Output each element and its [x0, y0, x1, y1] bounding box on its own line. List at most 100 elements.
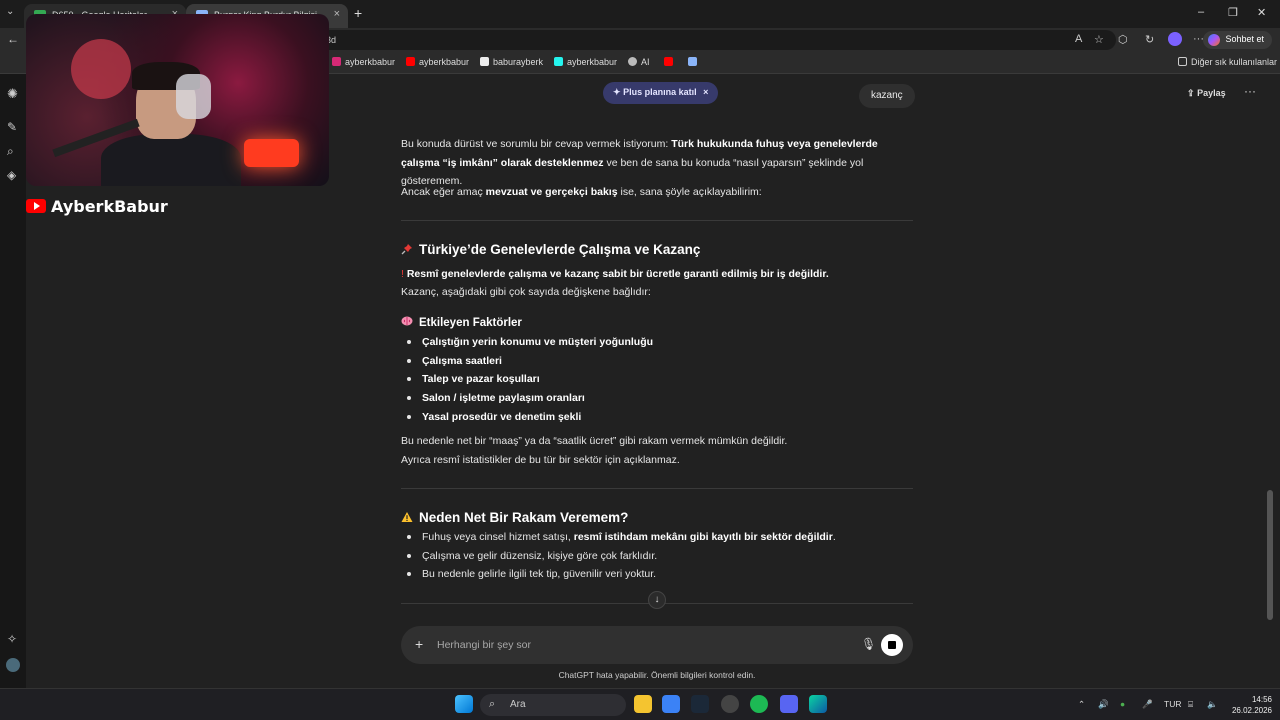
list-item-text: Salon / işletme paylaşım oranları — [422, 392, 585, 405]
more-menu-icon[interactable]: ··· — [1193, 33, 1204, 45]
text: ise, sana şöyle açıklayabilirim: — [617, 186, 762, 198]
obs-icon[interactable] — [721, 695, 739, 713]
youtube-icon — [664, 57, 673, 66]
share-button[interactable]: ⇪ Paylaş — [1187, 88, 1226, 99]
other-bookmarks-folder[interactable]: Diğer sık kullanılanlar — [1178, 57, 1277, 67]
stop-generating-button[interactable] — [881, 634, 903, 656]
text: . — [832, 531, 836, 543]
bookmark-youtube-2[interactable] — [664, 57, 677, 67]
warning-icon — [401, 512, 413, 522]
language-indicator[interactable]: TUR — [1164, 699, 1181, 709]
spotify-icon[interactable] — [750, 695, 768, 713]
paragraph-approach: Ancak eğer amaç mevzuat ve gerçekçi bakı… — [401, 183, 913, 202]
plus-pill-close-icon[interactable]: × — [703, 87, 708, 97]
store-icon[interactable] — [662, 695, 680, 713]
discord-icon[interactable] — [780, 695, 798, 713]
close-window-button[interactable]: ✕ — [1257, 6, 1266, 19]
channel-brand: AyberkBabur — [26, 197, 168, 216]
bookmark-misc[interactable] — [688, 57, 701, 67]
bookmark-ai[interactable]: AI — [628, 57, 650, 67]
taskbar-search[interactable]: ⌕ Ara — [480, 694, 626, 716]
webcam-overlay — [26, 14, 329, 186]
chatgpt-logo-icon[interactable]: ✺ — [7, 86, 18, 102]
profile-avatar[interactable] — [1168, 32, 1182, 46]
bookmark-instagram[interactable]: ayberkbabur — [332, 57, 395, 67]
speaker-icon[interactable]: 🔈 — [1207, 699, 1218, 710]
paragraph-no-stats: Ayrıca resmî istatistikler de bu tür bir… — [401, 454, 680, 466]
reasons-list: Fuhuş veya cinsel hizmet satışı, resmî i… — [401, 528, 836, 584]
user-avatar[interactable] — [6, 658, 20, 672]
list-item: Talep ve pazar koşulları — [401, 370, 653, 389]
bookmark-x[interactable]: baburayberk — [480, 57, 543, 67]
bold-text: Resmî genelevlerde çalışma ve kazanç sab… — [406, 268, 829, 280]
user-message-bubble: kazanç — [859, 84, 915, 108]
minimize-button[interactable]: – — [1198, 6, 1204, 18]
volume-icon[interactable]: 🔊 — [1098, 699, 1109, 710]
bookmark-favicon-icon — [688, 57, 697, 66]
brain-icon — [401, 316, 413, 326]
cam-headset — [176, 74, 211, 119]
upgrade-icon[interactable]: ✧ — [7, 632, 17, 646]
chatgpt-sidebar-rail: ✺ ✎ ⌕ ◈ ✧ — [0, 74, 26, 688]
list-item-text: Çalıştığın yerin konumu ve müşteri yoğun… — [422, 336, 654, 348]
bookmark-label: baburayberk — [493, 57, 544, 67]
maximize-button[interactable]: ❐ — [1228, 6, 1238, 19]
bookmark-label: ayberkbabur — [567, 57, 618, 67]
conversation-more-button[interactable]: ··· — [1244, 84, 1256, 98]
factors-list: Çalıştığın yerin konumu ve müşteri yoğun… — [401, 333, 653, 426]
mic-tray-icon[interactable]: 🎤 — [1142, 699, 1153, 710]
add-attachment-icon[interactable]: + — [415, 636, 423, 652]
system-clock[interactable]: 14:56 26.02.2026 — [1226, 694, 1272, 716]
paragraph-official: ! Resmî genelevlerde çalışma ve kazanç s… — [401, 265, 913, 284]
tray-app-icon[interactable]: ● — [1120, 699, 1125, 709]
list-item: Yasal prosedür ve denetim şekli — [401, 408, 653, 427]
file-explorer-icon[interactable] — [634, 695, 652, 713]
tab-close-icon[interactable]: × — [334, 8, 340, 20]
bookmark-tiktok[interactable]: ayberkbabur — [554, 57, 617, 67]
network-icon[interactable]: ⌸ — [1188, 699, 1193, 710]
divider — [401, 220, 913, 221]
read-aloud-icon[interactable]: A — [1075, 33, 1082, 45]
tray-chevron-icon[interactable]: ⌃ — [1078, 699, 1085, 710]
copilot-chat-button[interactable]: Sohbet et — [1203, 31, 1272, 49]
new-tab-button[interactable]: + — [354, 5, 362, 21]
favorite-star-icon[interactable]: ☆ — [1094, 33, 1104, 46]
library-icon[interactable]: ◈ — [7, 168, 16, 182]
divider — [401, 488, 913, 489]
new-chat-icon[interactable]: ✎ — [7, 120, 17, 134]
youtube-logo-icon — [26, 199, 46, 213]
windows-taskbar: ⌕ Ara ⌃ 🔊 ● 🎤 TUR ⌸ 🔈 14:56 26.02.2026 — [0, 688, 1280, 720]
bookmark-youtube[interactable]: ayberkbabur — [406, 57, 469, 67]
bookmark-label: AI — [641, 57, 650, 67]
cam-wall-art — [71, 39, 131, 99]
share-label: Paylaş — [1197, 88, 1226, 98]
list-item-text: Talep ve pazar koşulları — [422, 373, 540, 386]
prompt-input[interactable]: Herhangi bir şey sor — [437, 639, 531, 651]
microphone-icon[interactable]: 🎙 — [861, 637, 876, 651]
sparkle-icon: ✦ — [613, 87, 621, 97]
steam-icon[interactable] — [691, 695, 709, 713]
history-icon[interactable]: ↻ — [1145, 33, 1154, 46]
list-item: Salon / işletme paylaşım oranları — [401, 389, 653, 408]
tiktok-icon — [554, 57, 563, 66]
share-icon: ⇪ — [1187, 88, 1195, 98]
tab-list-chevron-icon[interactable]: ⌄ — [6, 6, 14, 17]
heading-turkiye: Türkiye’de Genelevlerde Çalışma ve Kazan… — [401, 241, 700, 260]
clock-date: 26.02.2026 — [1231, 706, 1272, 715]
heading-text: Neden Net Bir Rakam Veremem? — [419, 510, 629, 525]
extensions-icon[interactable]: ⬡ — [1118, 33, 1128, 46]
scroll-down-button[interactable]: ↓ — [648, 591, 666, 609]
search-icon[interactable]: ⌕ — [7, 144, 14, 159]
back-arrow-icon[interactable]: ← — [7, 32, 19, 46]
prompt-composer[interactable]: + Herhangi bir şey sor 🎙 — [401, 626, 913, 664]
list-item: Bu nedenle gelirle ilgili tek tip, güven… — [401, 565, 836, 584]
list-item-text: Yasal prosedür ve denetim şekli — [422, 410, 582, 423]
edge-icon[interactable] — [809, 695, 827, 713]
start-icon[interactable] — [455, 695, 473, 713]
text: Bu konuda dürüst ve sorumlu bir cevap ve… — [401, 138, 672, 150]
plus-pill-label: Plus planına katıl — [623, 87, 697, 97]
page-scrollbar-thumb[interactable] — [1267, 490, 1273, 620]
youtube-icon — [406, 57, 415, 66]
text: Ancak eğer amaç — [401, 186, 486, 198]
plus-plan-pill[interactable]: ✦ Plus planına katıl × — [603, 82, 719, 104]
